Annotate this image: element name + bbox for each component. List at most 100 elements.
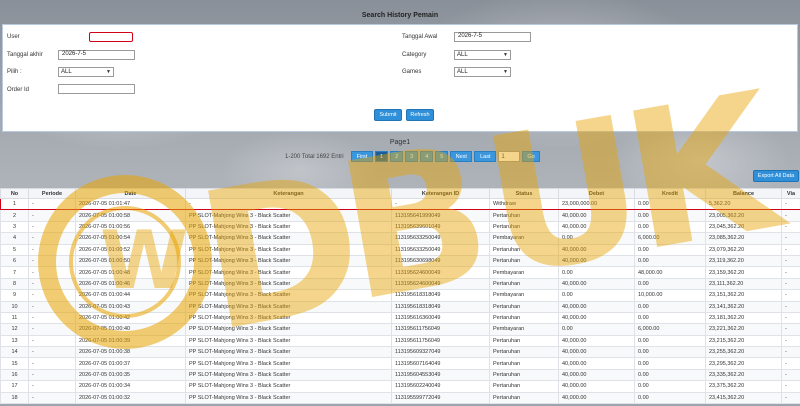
cell-keterangan-id[interactable]: 113195602240049 (391, 380, 490, 393)
table-row[interactable]: 16-2026-07-05 01:00:35 PP SLOT-Mahjong Wi… (0, 368, 800, 382)
cell-via: - (781, 380, 800, 393)
table-row[interactable]: 15-2026-07-05 01:00:37 PP SLOT-Mahjong Wi… (0, 357, 800, 370)
cell-debet: 0.00 (558, 232, 635, 245)
refresh-button[interactable]: Refresh (406, 109, 434, 121)
tanggal-awal-input[interactable]: 2026-7-5 (454, 32, 531, 42)
cell-no: 5 (0, 243, 29, 256)
cell-keterangan: PP SLOT-Mahjong Wins 3 - Black Scatter (185, 391, 392, 405)
page-button-4[interactable]: 4 (420, 151, 434, 162)
col-header-via[interactable]: Via (781, 188, 800, 199)
table-row[interactable]: 11-2026-07-05 01:00:42 PP SLOT-Mahjong Wi… (0, 311, 800, 325)
next-page-button[interactable]: Next (450, 151, 473, 162)
col-header-keterangan[interactable]: Keterangan (185, 188, 392, 199)
cell-keterangan-id[interactable]: 113195641999049 (391, 209, 490, 222)
page-button-3[interactable]: 3 (405, 151, 419, 162)
cell-no: 2 (0, 209, 29, 222)
cell-balance: 23,159,362.20 (705, 266, 782, 279)
cell-debet: 0.00 (558, 266, 635, 279)
cell-keterangan-id[interactable]: 113195599772049 (391, 391, 490, 405)
cell-balance: 23,045,362.20 (705, 220, 782, 234)
first-page-button[interactable]: First (351, 151, 373, 162)
col-header-no[interactable]: No (0, 188, 29, 199)
cell-periode: - (28, 380, 76, 393)
cell-keterangan-id[interactable]: 113195618318049 (391, 289, 490, 302)
col-header-status[interactable]: Status (489, 188, 559, 199)
col-header-keterangan-id[interactable]: Keterangan ID (391, 188, 490, 199)
cell-status: Pertaruhan (489, 391, 559, 405)
pilih-select[interactable]: ALL ▼ (58, 67, 114, 77)
col-header-date[interactable]: Date (75, 188, 186, 199)
cell-keterangan-id[interactable]: 113195609327049 (391, 346, 490, 359)
table-row[interactable]: 5-2026-07-05 01:00:52 PP SLOT-Mahjong Win… (0, 243, 800, 256)
page-indicator: Page1 (389, 139, 411, 146)
cell-keterangan: PP SLOT-Mahjong Wins 3 - Black Scatter (185, 243, 392, 256)
table-row[interactable]: 3-2026-07-05 01:00:56 PP SLOT-Mahjong Win… (0, 220, 800, 234)
cell-keterangan-id[interactable]: 113195607164049 (391, 357, 490, 370)
tanggal-akhir-input[interactable]: 2026-7-5 (58, 50, 135, 60)
cell-kredit: 0.00 (634, 254, 706, 268)
cell-keterangan-id[interactable]: 113195630698049 (391, 254, 490, 268)
cell-keterangan: PP SLOT-Mahjong Wins 3 - Black Scatter (185, 334, 392, 348)
user-input[interactable] (89, 32, 133, 42)
cell-periode: - (28, 243, 76, 256)
cell-keterangan-id[interactable]: 113195611756049 (391, 334, 490, 348)
cell-no: 10 (0, 300, 29, 313)
cell-periode: - (28, 368, 76, 382)
page-button-2[interactable]: 2 (390, 151, 404, 162)
cell-debet: 40,000.00 (558, 254, 635, 268)
category-select[interactable]: ALL ▼ (454, 50, 511, 60)
cell-keterangan-id[interactable]: 113195633250049 (391, 232, 490, 245)
goto-page-input[interactable]: 1 (498, 151, 521, 162)
table-row[interactable]: 9-2026-07-05 01:00:44 PP SLOT-Mahjong Win… (0, 289, 800, 302)
table-row[interactable]: 17-2026-07-05 01:00:34 PP SLOT-Mahjong Wi… (0, 380, 800, 393)
cell-via: - (781, 266, 800, 279)
table-row[interactable]: 2-2026-07-05 01:00:58 PP SLOT-Mahjong Win… (0, 209, 800, 222)
cell-debet: 40,000.00 (558, 243, 635, 256)
col-header-debet[interactable]: Debet (558, 188, 635, 199)
cell-keterangan-id[interactable]: 113195624600049 (391, 277, 490, 291)
cell-kredit: 6,000.00 (634, 323, 706, 336)
cell-balance: 23,085,362.20 (705, 232, 782, 245)
cell-kredit: 48,000.00 (634, 266, 706, 279)
order-id-input[interactable] (58, 84, 135, 94)
export-all-data-button[interactable]: Export All Data (753, 170, 799, 182)
cell-keterangan-id[interactable]: 113195616360049 (391, 311, 490, 325)
table-row[interactable]: 13-2026-07-05 01:00:39 PP SLOT-Mahjong Wi… (0, 334, 800, 348)
cell-keterangan-id[interactable]: 113195633250049 (391, 243, 490, 256)
table-row[interactable]: 6-2026-07-05 01:00:50 PP SLOT-Mahjong Win… (0, 254, 800, 268)
table-header-row: No Periode Date Keterangan Keterangan ID… (0, 188, 800, 199)
cell-date: 2026-07-05 01:00:42 (75, 311, 186, 325)
games-select[interactable]: ALL ▼ (454, 67, 511, 77)
cell-periode: - (28, 391, 76, 405)
cell-date: 2026-07-05 01:00:48 (75, 266, 186, 279)
col-header-kredit[interactable]: Kredit (634, 188, 706, 199)
table-row[interactable]: 7-2026-07-05 01:00:48 PP SLOT-Mahjong Win… (0, 266, 800, 279)
table-row[interactable]: 1-2026-07-05 01:01:47- - Withdraw 23,000,00… (0, 197, 800, 211)
page-button-5[interactable]: 5 (435, 151, 449, 162)
cell-balance: 23,221,362.20 (705, 323, 782, 336)
cell-keterangan-id[interactable]: 113195604553049 (391, 368, 490, 382)
cell-via: - (781, 197, 800, 211)
cell-keterangan-id[interactable]: 113195618318049 (391, 300, 490, 313)
cell-keterangan-id[interactable]: 113195639601049 (391, 220, 490, 234)
cell-periode: - (28, 323, 76, 336)
last-page-button[interactable]: Last (474, 151, 497, 162)
submit-button[interactable]: Submit (374, 109, 402, 121)
table-row[interactable]: 12-2026-07-05 01:00:40 PP SLOT-Mahjong Wi… (0, 323, 800, 336)
table-row[interactable]: 4-2026-07-05 01:00:54 PP SLOT-Mahjong Win… (0, 232, 800, 245)
table-row[interactable]: 8-2026-07-05 01:00:46 PP SLOT-Mahjong Win… (0, 277, 800, 291)
cell-keterangan-id[interactable]: 113195624600049 (391, 266, 490, 279)
page-button-1[interactable]: 1 (375, 151, 389, 162)
cell-debet: 40,000.00 (558, 277, 635, 291)
cell-no: 4 (0, 232, 29, 245)
col-header-balance[interactable]: Balance (705, 188, 782, 199)
page-title: Search History Pemain (361, 12, 439, 19)
table-row[interactable]: 14-2026-07-05 01:00:38 PP SLOT-Mahjong Wi… (0, 346, 800, 359)
go-button[interactable]: Go (522, 151, 540, 162)
table-row[interactable]: 18-2026-07-05 01:00:32 PP SLOT-Mahjong Wi… (0, 391, 800, 405)
cell-keterangan-id[interactable]: 113195611756049 (391, 323, 490, 336)
table-row[interactable]: 10-2026-07-05 01:00:43 PP SLOT-Mahjong Wi… (0, 300, 800, 313)
cell-periode: - (28, 334, 76, 348)
cell-kredit: 0.00 (634, 357, 706, 370)
col-header-periode[interactable]: Periode (28, 188, 76, 199)
